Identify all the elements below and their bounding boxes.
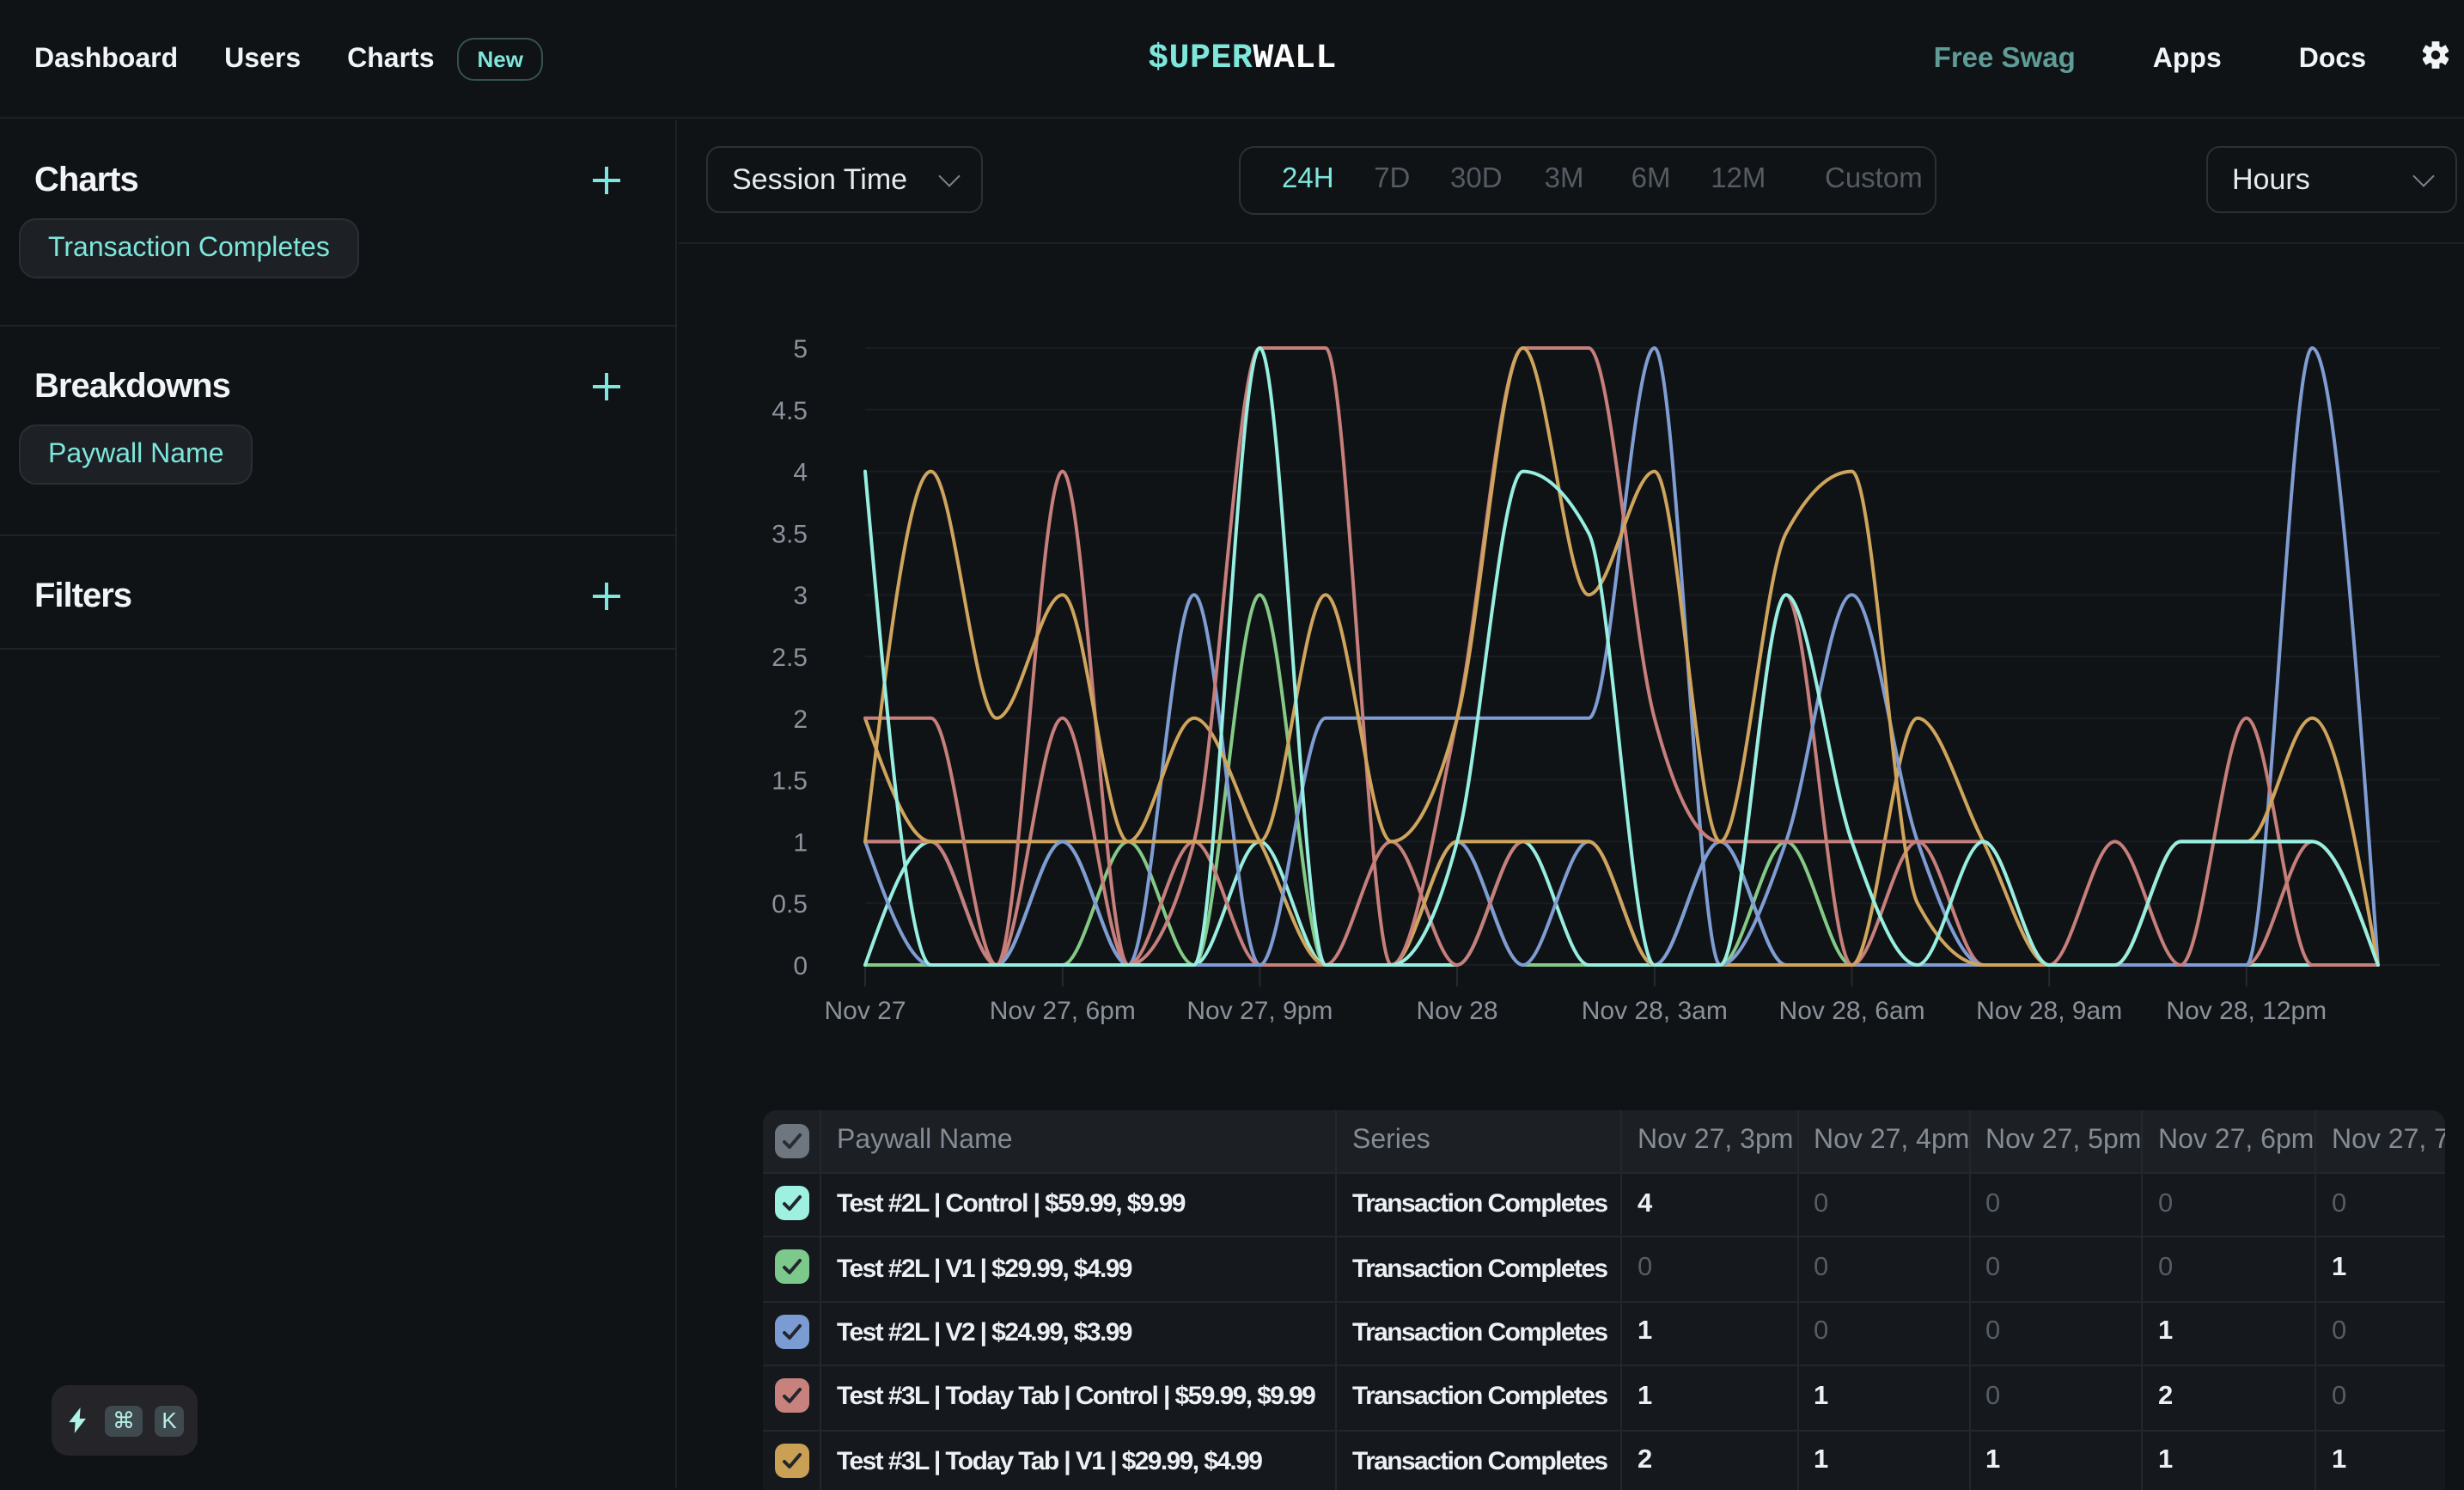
svg-text:3.5: 3.5 bbox=[772, 520, 808, 548]
svg-text:4.5: 4.5 bbox=[772, 397, 808, 425]
svg-text:1: 1 bbox=[793, 828, 808, 857]
svg-text:1.5: 1.5 bbox=[772, 767, 808, 796]
svg-text:Nov 28, 9am: Nov 28, 9am bbox=[1976, 997, 2122, 1025]
svg-text:Nov 27, 9pm: Nov 27, 9pm bbox=[1186, 997, 1333, 1025]
svg-text:0: 0 bbox=[793, 952, 808, 980]
svg-text:0.5: 0.5 bbox=[772, 890, 808, 919]
svg-text:Nov 27: Nov 27 bbox=[824, 997, 906, 1025]
svg-text:2.5: 2.5 bbox=[772, 644, 808, 672]
svg-text:Nov 28, 12pm: Nov 28, 12pm bbox=[2166, 997, 2327, 1025]
svg-text:Nov 28: Nov 28 bbox=[1416, 997, 1497, 1025]
svg-text:Nov 28, 6am: Nov 28, 6am bbox=[1779, 997, 1925, 1025]
svg-text:Nov 27, 6pm: Nov 27, 6pm bbox=[990, 997, 1136, 1025]
svg-text:5: 5 bbox=[793, 335, 808, 363]
svg-text:3: 3 bbox=[793, 582, 808, 610]
svg-text:Nov 28, 3am: Nov 28, 3am bbox=[1582, 997, 1728, 1025]
svg-text:4: 4 bbox=[793, 459, 808, 487]
svg-text:2: 2 bbox=[793, 705, 808, 734]
